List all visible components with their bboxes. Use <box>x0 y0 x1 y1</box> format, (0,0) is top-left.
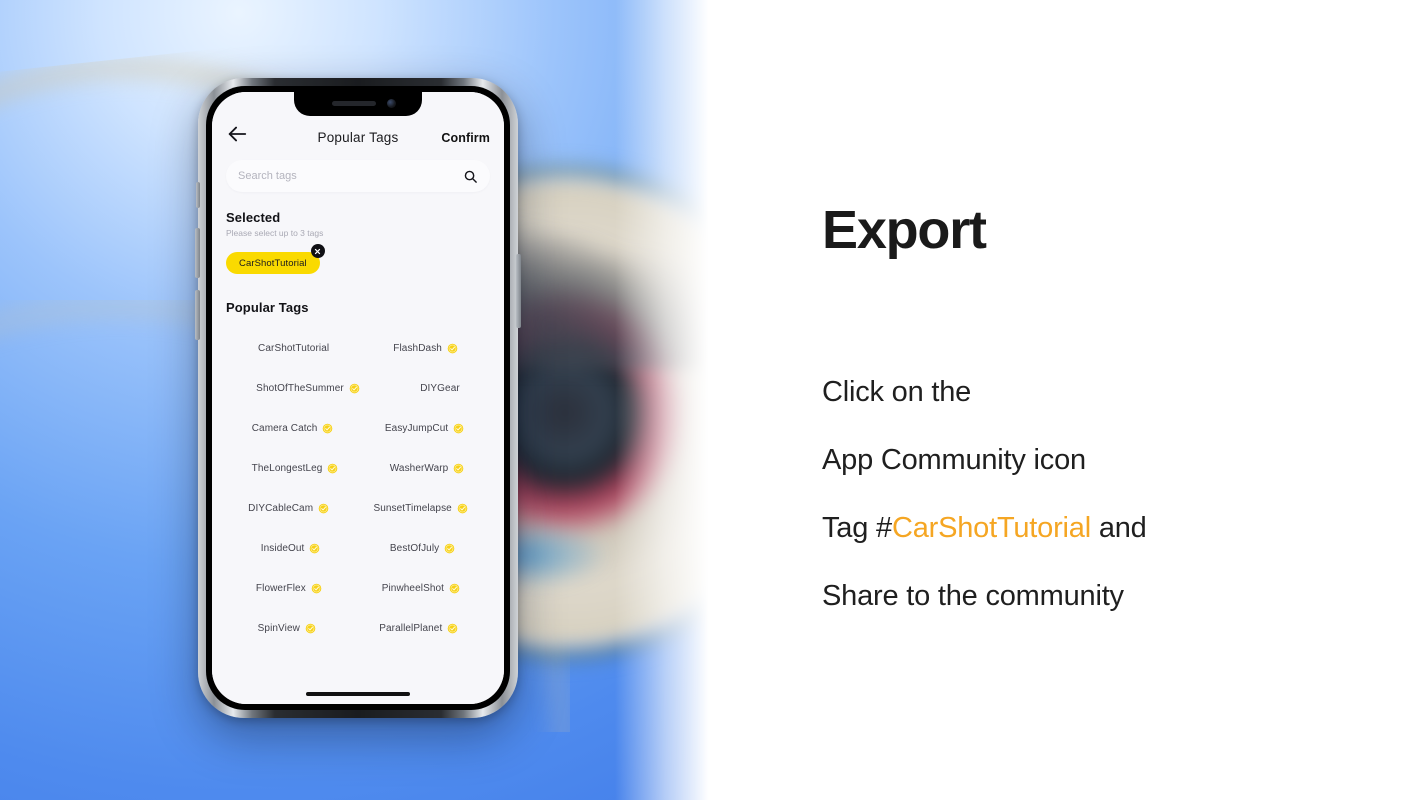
hashtag-highlight: CarShotTutorial <box>891 512 1091 544</box>
tag-item[interactable]: InsideOut <box>261 543 321 554</box>
tag-label: ShotOfTheSummer <box>256 382 344 394</box>
front-camera-icon <box>387 99 396 108</box>
tag-label: FlashDash <box>393 342 442 354</box>
tag-row: Camera Catch EasyJumpCut <box>226 408 490 448</box>
phone-bezel: Popular Tags Confirm Search tags Selecte… <box>206 86 510 710</box>
tag-row: ShotOfTheSummer DIYGear <box>226 368 490 408</box>
instruction-line-4: Share to the community <box>822 580 1124 612</box>
tag-label: FlowerFlex <box>255 582 306 594</box>
tag-item[interactable]: TheLongestLeg <box>252 463 339 474</box>
popular-tags-grid: CarShotTutorial FlashDash ShotOfTheSummer D… <box>226 328 490 648</box>
tag-label: EasyJumpCut <box>384 422 449 434</box>
phone-mockup: Popular Tags Confirm Search tags Selecte… <box>195 78 521 718</box>
tag-label: Camera Catch <box>251 422 318 434</box>
verified-badge-icon <box>311 583 322 593</box>
verified-badge-icon <box>447 343 458 353</box>
tag-item[interactable]: DIYGear <box>420 383 460 394</box>
tag-item[interactable]: WasherWarp <box>390 463 465 474</box>
tag-item[interactable]: FlowerFlex <box>256 583 322 594</box>
tag-item[interactable]: SunsetTimelapse <box>373 502 468 514</box>
instructions-panel: Export Click on the App Community icon T… <box>735 0 1428 800</box>
page-title: Popular Tags <box>317 130 399 145</box>
tag-row: InsideOut BestOfJuly <box>226 528 490 568</box>
selected-chip[interactable]: CarShotTutorial <box>226 252 320 274</box>
verified-badge-icon <box>310 543 320 553</box>
tag-row: SpinView ParallelPlanet <box>226 608 490 648</box>
tag-row: CarShotTutorial FlashDash <box>226 328 490 368</box>
photo-white-fade <box>615 0 735 800</box>
export-heading: Export <box>822 200 987 260</box>
tag-label: TheLongestLeg <box>251 462 323 474</box>
power-button[interactable] <box>516 254 521 328</box>
tag-label: WasherWarp <box>389 462 449 474</box>
instruction-line-3: Tag #CarShotTutorial and <box>822 494 1382 562</box>
tag-label: PinwheelShot <box>381 582 445 594</box>
volume-down-button[interactable] <box>195 290 200 340</box>
instruction-lines: Click on the App Community icon Tag #Car… <box>822 358 1382 630</box>
instruction-line-1: Click on the <box>822 376 972 408</box>
home-indicator[interactable] <box>306 692 410 696</box>
verified-badge-icon <box>349 383 360 393</box>
search-bar[interactable] <box>226 160 490 192</box>
search-section <box>212 160 504 192</box>
instruction-line-3-suffix: and <box>1090 512 1147 544</box>
tag-row: DIYCableCam SunsetTimelapse <box>226 488 490 528</box>
tag-label: ParallelPlanet <box>379 622 443 634</box>
tag-label: DIYCableCam <box>248 502 314 514</box>
verified-badge-icon <box>318 503 329 513</box>
selected-section: Selected Please select up to 3 tags CarS… <box>212 192 504 274</box>
remove-chip-button[interactable] <box>310 244 325 258</box>
search-input[interactable] <box>238 170 463 182</box>
tag-item[interactable]: ShotOfTheSummer <box>256 383 360 394</box>
tag-item[interactable]: EasyJumpCut <box>385 423 464 434</box>
tag-row: TheLongestLeg WasherWarp <box>226 448 490 488</box>
verified-badge-icon <box>457 503 468 513</box>
tag-label: DIYGear <box>420 382 460 394</box>
verified-badge-icon <box>305 623 316 633</box>
tag-label: SunsetTimelapse <box>373 502 452 514</box>
tag-item[interactable]: ParallelPlanet <box>379 623 458 634</box>
selected-chip-list: CarShotTutorial <box>226 244 325 274</box>
selected-hint: Please select up to 3 tags <box>226 228 324 238</box>
tag-item[interactable]: SpinView <box>258 623 316 634</box>
slide-root: Popular Tags Confirm Search tags Selecte… <box>0 0 1428 800</box>
speaker-grille-icon <box>332 101 376 106</box>
tag-item[interactable]: Camera Catch <box>252 423 334 434</box>
verified-badge-icon <box>453 423 464 433</box>
verified-badge-icon <box>328 463 338 473</box>
verified-badge-icon <box>454 463 464 473</box>
selected-title: Selected <box>226 210 281 225</box>
tag-label: InsideOut <box>260 542 305 554</box>
verified-badge-icon <box>449 583 460 593</box>
tag-label: CarShotTutorial <box>258 342 330 354</box>
tag-label: SpinView <box>257 622 300 634</box>
tag-item[interactable]: FlashDash <box>393 343 458 354</box>
phone-notch <box>294 92 422 116</box>
volume-up-button[interactable] <box>195 228 200 278</box>
phone-screen: Popular Tags Confirm Search tags Selecte… <box>212 92 504 704</box>
tag-item[interactable]: BestOfJuly <box>390 543 455 554</box>
tag-label: BestOfJuly <box>389 542 440 554</box>
instruction-line-3-prefix: Tag # <box>822 512 892 544</box>
tag-row: FlowerFlex PinwheelShot <box>226 568 490 608</box>
mute-switch[interactable] <box>196 182 200 208</box>
tag-item[interactable]: PinwheelShot <box>382 583 460 594</box>
verified-badge-icon <box>323 423 333 433</box>
close-icon <box>315 248 321 254</box>
popular-tags-section: Popular Tags CarShotTutorial FlashDash Sho… <box>212 274 504 648</box>
tag-picker-app: Popular Tags Confirm Search tags Selecte… <box>212 92 504 704</box>
verified-badge-icon <box>448 623 458 633</box>
instruction-line-2: App Community icon <box>822 444 1086 476</box>
tag-item[interactable]: DIYCableCam <box>248 503 329 514</box>
popular-tags-title: Popular Tags <box>226 300 309 315</box>
tag-item[interactable]: CarShotTutorial <box>258 343 329 354</box>
verified-badge-icon <box>444 543 455 553</box>
search-icon[interactable] <box>463 169 478 184</box>
